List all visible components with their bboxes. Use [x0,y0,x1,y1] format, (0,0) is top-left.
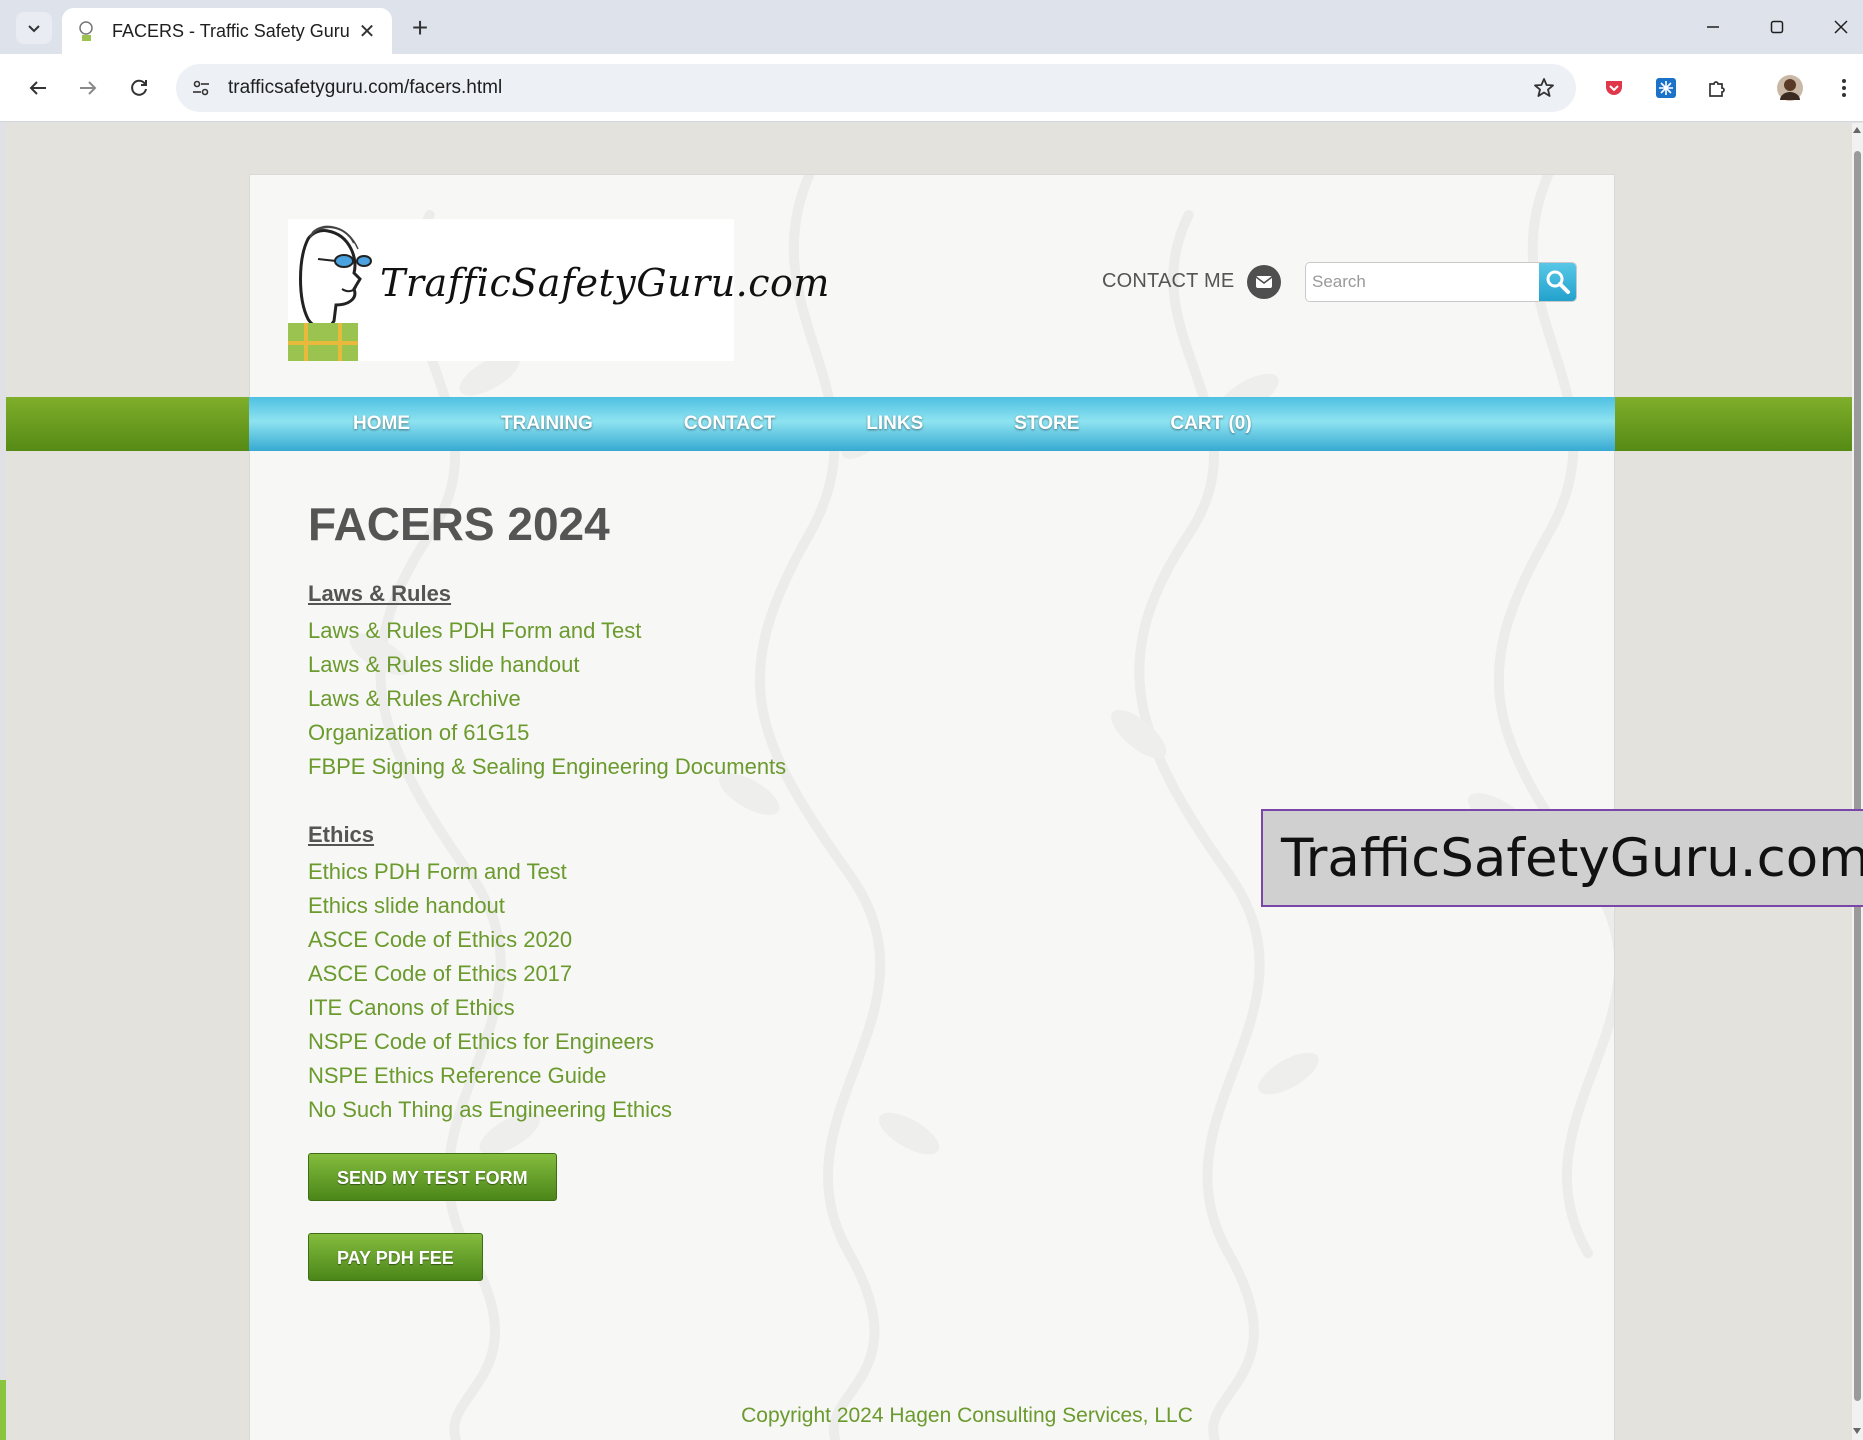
section-heading: Laws & Rules [308,581,452,606]
url-text: trafficsafetyguru.com/facers.html [228,77,503,98]
arrow-right-icon [80,81,97,95]
extensions-puzzle-icon[interactable] [1699,70,1735,106]
link-ite-canons[interactable]: ITE Canons of Ethics [308,991,786,1025]
mail-icon[interactable] [1247,265,1281,299]
browser-menu-icon[interactable] [1826,70,1862,106]
site-favicon-icon [76,19,100,43]
scroll-up-arrow-icon[interactable] [1853,127,1861,133]
browser-tab-active[interactable]: FACERS - Traffic Safety Guru ✕ [62,8,392,54]
logo-text: TrafficSafetyGuru.com [380,261,830,305]
bookmark-star-icon[interactable] [1526,70,1562,106]
nav-cart[interactable]: CART (0) [1170,413,1251,435]
tab-close-icon[interactable]: ✕ [356,20,378,43]
site-info-icon[interactable] [186,73,216,103]
close-icon [1834,20,1848,34]
footer-copyright: Copyright 2024 Hagen Consulting Services… [6,1404,1852,1428]
maximize-icon [1770,20,1784,34]
link-nspe-reference-guide[interactable]: NSPE Ethics Reference Guide [308,1059,786,1093]
overlay-caption: TrafficSafetyGuru.com/ [1261,809,1863,907]
reload-icon [131,79,147,96]
main-nav: HOME TRAINING CONTACT LINKS STORE CART (… [249,397,1615,451]
nav-links[interactable]: LINKS [866,413,923,435]
scroll-down-arrow-icon[interactable] [1853,1428,1861,1434]
back-button[interactable] [20,70,56,106]
minimize-icon [1707,26,1719,28]
new-tab-button[interactable]: + [404,12,436,44]
page-title: FACERS 2024 [308,498,610,550]
arrow-left-icon [29,81,46,95]
extension-pocket-icon[interactable] [1596,70,1632,106]
address-bar[interactable]: trafficsafetyguru.com/facers.html [176,64,1576,112]
link-ethics-pdh-form[interactable]: Ethics PDH Form and Test [308,855,786,889]
search-button[interactable] [1539,263,1576,301]
profile-avatar[interactable] [1772,70,1808,106]
reload-button[interactable] [121,70,157,106]
site-logo[interactable]: TrafficSafetyGuru.com [288,219,829,361]
link-asce-ethics-2017[interactable]: ASCE Code of Ethics 2017 [308,957,786,991]
main-content: FACERS 2024 Laws & Rules Laws & Rules PD… [308,497,786,1281]
page-container: TrafficSafetyGuru.com CONTACT ME FACERS … [249,174,1615,1440]
page-viewport: TrafficSafetyGuru.com CONTACT ME FACERS … [6,123,1852,1440]
search-icon [1546,270,1570,294]
maximize-button[interactable] [1754,10,1800,44]
scrollbar-thumb[interactable] [1854,151,1861,1401]
link-asce-ethics-2020[interactable]: ASCE Code of Ethics 2020 [308,923,786,957]
tab-search-button[interactable] [16,12,52,44]
tab-title: FACERS - Traffic Safety Guru [112,20,350,41]
contact-me-link[interactable]: CONTACT ME [1102,270,1234,293]
copyright-text: Copyright 2024 Hagen Consulting Services… [741,1404,1193,1427]
send-test-form-button[interactable]: SEND MY TEST FORM [308,1153,557,1201]
link-nspe-code[interactable]: NSPE Code of Ethics for Engineers [308,1025,786,1059]
desktop-edge [0,1380,6,1440]
search-box [1305,262,1577,302]
link-organization-61g15[interactable]: Organization of 61G15 [308,716,786,750]
nav-contact[interactable]: CONTACT [684,413,775,435]
section-heading: Ethics [308,822,375,847]
section-ethics: Ethics Ethics PDH Form and Test Ethics s… [308,822,786,1127]
link-no-such-thing[interactable]: No Such Thing as Engineering Ethics [308,1093,786,1127]
link-fbpe-signing-sealing[interactable]: FBPE Signing & Sealing Engineering Docum… [308,750,786,784]
pay-pdh-fee-button[interactable]: PAY PDH FEE [308,1233,483,1281]
link-laws-rules-archive[interactable]: Laws & Rules Archive [308,682,786,716]
section-laws-rules: Laws & Rules Laws & Rules PDH Form and T… [308,581,786,784]
browser-toolbar: trafficsafetyguru.com/facers.html [0,54,1863,122]
browser-tabstrip: FACERS - Traffic Safety Guru ✕ + [0,0,1863,54]
extension-snowflake-icon[interactable] [1648,70,1684,106]
link-laws-rules-pdh-form[interactable]: Laws & Rules PDH Form and Test [308,614,786,648]
search-input[interactable] [1306,263,1539,301]
link-ethics-handout[interactable]: Ethics slide handout [308,889,786,923]
page-scrollbar[interactable] [1852,123,1863,1440]
nav-training[interactable]: TRAINING [501,413,593,435]
nav-store[interactable]: STORE [1014,413,1079,435]
chevron-down-icon [28,25,40,33]
minimize-button[interactable] [1690,10,1736,44]
close-window-button[interactable] [1818,10,1863,44]
link-laws-rules-handout[interactable]: Laws & Rules slide handout [308,648,786,682]
forward-button[interactable] [70,70,106,106]
nav-home[interactable]: HOME [353,413,410,435]
